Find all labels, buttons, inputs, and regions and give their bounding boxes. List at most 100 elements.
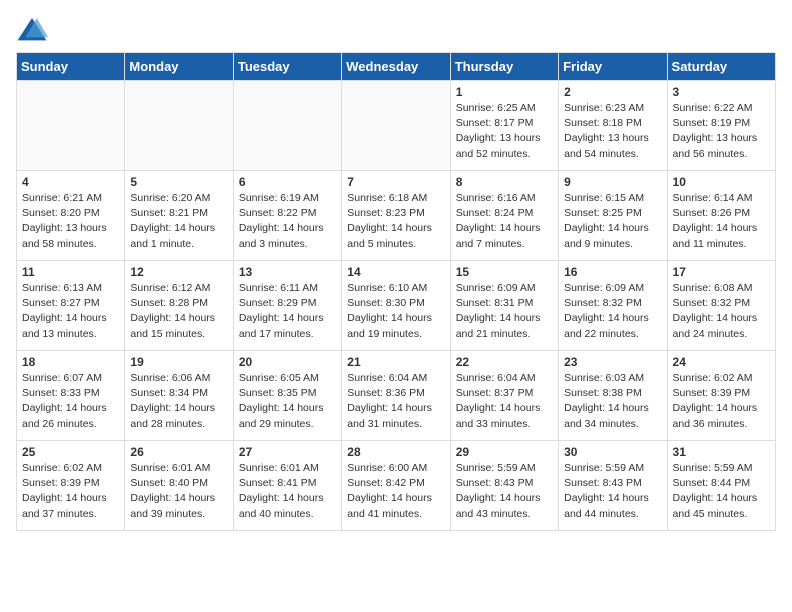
day-cell: 27 Sunrise: 6:01 AM Sunset: 8:41 PM Dayli… <box>233 441 341 531</box>
day-cell: 13Sunrise: 6:11 AM Sunset: 8:29 PM Dayli… <box>233 261 341 351</box>
header-cell-tuesday: Tuesday <box>233 53 341 81</box>
day-content: Sunrise: 6:08 AM Sunset: 8:32 PM Dayligh… <box>673 281 770 342</box>
day-cell: 5Sunrise: 6:20 AM Sunset: 8:21 PM Daylig… <box>125 171 233 261</box>
header-row: SundayMondayTuesdayWednesdayThursdayFrid… <box>17 53 776 81</box>
day-cell: 10 Sunrise: 6:14 AM Sunset: 8:26 PM Dayli… <box>667 171 775 261</box>
day-content: Sunrise: 6:09 AM Sunset: 8:31 PM Dayligh… <box>456 281 553 342</box>
day-content: Sunrise: 6:06 AM Sunset: 8:34 PM Dayligh… <box>130 371 227 432</box>
day-number: 13 <box>239 265 336 279</box>
day-cell: 29 Sunrise: 5:59 AM Sunset: 8:43 PM Dayli… <box>450 441 558 531</box>
day-content: Sunrise: 6:20 AM Sunset: 8:21 PM Dayligh… <box>130 191 227 252</box>
day-content: Sunrise: 6:18 AM Sunset: 8:23 PM Dayligh… <box>347 191 444 252</box>
day-number: 24 <box>673 355 770 369</box>
day-content: Sunrise: 6:19 AM Sunset: 8:22 PM Dayligh… <box>239 191 336 252</box>
day-content: Sunrise: 6:16 AM Sunset: 8:24 PM Dayligh… <box>456 191 553 252</box>
day-cell: 8 Sunrise: 6:16 AM Sunset: 8:24 PM Daylig… <box>450 171 558 261</box>
day-cell: 7 Sunrise: 6:18 AM Sunset: 8:23 PM Daylig… <box>342 171 450 261</box>
day-content: Sunrise: 6:00 AM Sunset: 8:42 PM Dayligh… <box>347 461 444 522</box>
day-content: Sunrise: 6:25 AM Sunset: 8:17 PM Dayligh… <box>456 101 553 162</box>
day-content: Sunrise: 6:23 AM Sunset: 8:18 PM Dayligh… <box>564 101 661 162</box>
page-header <box>16 16 776 44</box>
day-cell: 22 Sunrise: 6:04 AM Sunset: 8:37 PM Dayli… <box>450 351 558 441</box>
header-cell-saturday: Saturday <box>667 53 775 81</box>
day-number: 23 <box>564 355 661 369</box>
day-cell: 17 Sunrise: 6:08 AM Sunset: 8:32 PM Dayli… <box>667 261 775 351</box>
day-number: 29 <box>456 445 553 459</box>
day-number: 19 <box>130 355 227 369</box>
day-number: 7 <box>347 175 444 189</box>
day-content: Sunrise: 6:13 AM Sunset: 8:27 PM Dayligh… <box>22 281 119 342</box>
header-cell-sunday: Sunday <box>17 53 125 81</box>
calendar-header: SundayMondayTuesdayWednesdayThursdayFrid… <box>17 53 776 81</box>
day-number: 11 <box>22 265 119 279</box>
day-content: Sunrise: 6:04 AM Sunset: 8:37 PM Dayligh… <box>456 371 553 432</box>
day-content: Sunrise: 6:14 AM Sunset: 8:26 PM Dayligh… <box>673 191 770 252</box>
day-number: 4 <box>22 175 119 189</box>
day-content: Sunrise: 6:07 AM Sunset: 8:33 PM Dayligh… <box>22 371 119 432</box>
day-number: 10 <box>673 175 770 189</box>
day-number: 30 <box>564 445 661 459</box>
day-cell: 6Sunrise: 6:19 AM Sunset: 8:22 PM Daylig… <box>233 171 341 261</box>
day-cell: 31 Sunrise: 5:59 AM Sunset: 8:44 PM Dayli… <box>667 441 775 531</box>
day-cell <box>342 81 450 171</box>
day-content: Sunrise: 6:01 AM Sunset: 8:41 PM Dayligh… <box>239 461 336 522</box>
day-number: 28 <box>347 445 444 459</box>
day-content: Sunrise: 5:59 AM Sunset: 8:43 PM Dayligh… <box>456 461 553 522</box>
day-number: 20 <box>239 355 336 369</box>
day-number: 22 <box>456 355 553 369</box>
day-cell: 15 Sunrise: 6:09 AM Sunset: 8:31 PM Dayli… <box>450 261 558 351</box>
day-number: 12 <box>130 265 227 279</box>
calendar-body: 1 Sunrise: 6:25 AM Sunset: 8:17 PM Daylig… <box>17 81 776 531</box>
day-cell: 18 Sunrise: 6:07 AM Sunset: 8:33 PM Dayli… <box>17 351 125 441</box>
day-content: Sunrise: 6:01 AM Sunset: 8:40 PM Dayligh… <box>130 461 227 522</box>
day-content: Sunrise: 6:10 AM Sunset: 8:30 PM Dayligh… <box>347 281 444 342</box>
header-cell-monday: Monday <box>125 53 233 81</box>
day-content: Sunrise: 6:15 AM Sunset: 8:25 PM Dayligh… <box>564 191 661 252</box>
week-row-2: 11 Sunrise: 6:13 AM Sunset: 8:27 PM Dayli… <box>17 261 776 351</box>
day-cell <box>233 81 341 171</box>
logo <box>16 16 52 44</box>
day-number: 14 <box>347 265 444 279</box>
day-number: 15 <box>456 265 553 279</box>
day-content: Sunrise: 6:12 AM Sunset: 8:28 PM Dayligh… <box>130 281 227 342</box>
day-cell: 1 Sunrise: 6:25 AM Sunset: 8:17 PM Daylig… <box>450 81 558 171</box>
day-number: 25 <box>22 445 119 459</box>
header-cell-thursday: Thursday <box>450 53 558 81</box>
day-cell: 26 Sunrise: 6:01 AM Sunset: 8:40 PM Dayli… <box>125 441 233 531</box>
day-cell: 19 Sunrise: 6:06 AM Sunset: 8:34 PM Dayli… <box>125 351 233 441</box>
day-content: Sunrise: 5:59 AM Sunset: 8:43 PM Dayligh… <box>564 461 661 522</box>
calendar-table: SundayMondayTuesdayWednesdayThursdayFrid… <box>16 52 776 531</box>
day-cell: 9 Sunrise: 6:15 AM Sunset: 8:25 PM Daylig… <box>559 171 667 261</box>
day-cell: 23Sunrise: 6:03 AM Sunset: 8:38 PM Dayli… <box>559 351 667 441</box>
day-cell: 4Sunrise: 6:21 AM Sunset: 8:20 PM Daylig… <box>17 171 125 261</box>
day-cell: 3 Sunrise: 6:22 AM Sunset: 8:19 PM Daylig… <box>667 81 775 171</box>
day-content: Sunrise: 6:02 AM Sunset: 8:39 PM Dayligh… <box>673 371 770 432</box>
day-number: 3 <box>673 85 770 99</box>
day-cell <box>125 81 233 171</box>
day-number: 31 <box>673 445 770 459</box>
day-cell: 14 Sunrise: 6:10 AM Sunset: 8:30 PM Dayli… <box>342 261 450 351</box>
week-row-1: 4Sunrise: 6:21 AM Sunset: 8:20 PM Daylig… <box>17 171 776 261</box>
week-row-0: 1 Sunrise: 6:25 AM Sunset: 8:17 PM Daylig… <box>17 81 776 171</box>
day-cell: 16Sunrise: 6:09 AM Sunset: 8:32 PM Dayli… <box>559 261 667 351</box>
day-number: 8 <box>456 175 553 189</box>
day-content: Sunrise: 6:09 AM Sunset: 8:32 PM Dayligh… <box>564 281 661 342</box>
day-number: 17 <box>673 265 770 279</box>
day-content: Sunrise: 5:59 AM Sunset: 8:44 PM Dayligh… <box>673 461 770 522</box>
day-number: 18 <box>22 355 119 369</box>
day-number: 1 <box>456 85 553 99</box>
week-row-3: 18 Sunrise: 6:07 AM Sunset: 8:33 PM Dayli… <box>17 351 776 441</box>
day-number: 9 <box>564 175 661 189</box>
header-cell-friday: Friday <box>559 53 667 81</box>
day-content: Sunrise: 6:04 AM Sunset: 8:36 PM Dayligh… <box>347 371 444 432</box>
day-number: 27 <box>239 445 336 459</box>
week-row-4: 25Sunrise: 6:02 AM Sunset: 8:39 PM Dayli… <box>17 441 776 531</box>
day-cell: 21Sunrise: 6:04 AM Sunset: 8:36 PM Dayli… <box>342 351 450 441</box>
day-content: Sunrise: 6:22 AM Sunset: 8:19 PM Dayligh… <box>673 101 770 162</box>
day-cell: 30 Sunrise: 5:59 AM Sunset: 8:43 PM Dayli… <box>559 441 667 531</box>
day-cell: 20Sunrise: 6:05 AM Sunset: 8:35 PM Dayli… <box>233 351 341 441</box>
day-cell: 12 Sunrise: 6:12 AM Sunset: 8:28 PM Dayli… <box>125 261 233 351</box>
day-number: 26 <box>130 445 227 459</box>
day-cell: 11 Sunrise: 6:13 AM Sunset: 8:27 PM Dayli… <box>17 261 125 351</box>
day-cell: 24 Sunrise: 6:02 AM Sunset: 8:39 PM Dayli… <box>667 351 775 441</box>
